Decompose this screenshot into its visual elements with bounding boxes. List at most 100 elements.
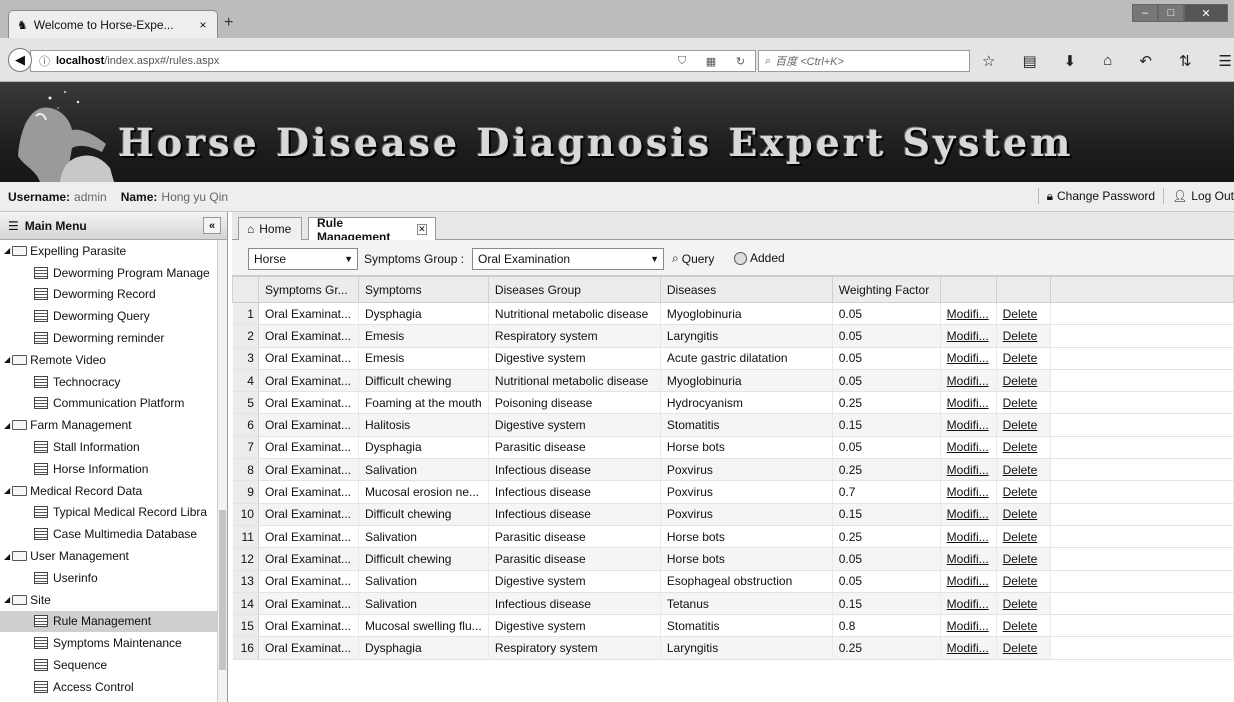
menu-item[interactable]: Stall Information xyxy=(0,436,218,458)
modify-link[interactable]: Modifi... xyxy=(947,597,989,611)
extension-icon[interactable]: ⇅ xyxy=(1179,52,1192,70)
delete-link[interactable]: Delete xyxy=(1003,329,1038,343)
menu-item[interactable]: Userinfo xyxy=(0,567,218,589)
menu-item[interactable]: Rule Management xyxy=(0,610,218,633)
menu-item[interactable]: Deworming Record xyxy=(0,284,218,306)
menu-group[interactable]: ◢ Expelling Parasite xyxy=(0,240,218,262)
menu-item[interactable]: Deworming Program Manage xyxy=(0,262,218,284)
star-icon[interactable]: ☆ xyxy=(982,52,995,70)
modify-link[interactable]: Modifi... xyxy=(947,329,989,343)
table-row[interactable]: 15 Oral Examinat... Mucosal swelling flu..… xyxy=(232,614,1234,638)
modify-link[interactable]: Modifi... xyxy=(947,307,989,321)
menu-item[interactable]: Deworming Query xyxy=(0,305,218,327)
menu-item[interactable]: Typical Medical Record Libra xyxy=(0,502,218,524)
modify-link[interactable]: Modifi... xyxy=(947,374,989,388)
menu-group[interactable]: ◢ Farm Management xyxy=(0,414,218,436)
search-bar[interactable]: ⌕ 百度 <Ctrl+K> xyxy=(758,50,970,72)
column-header[interactable]: Diseases Group xyxy=(487,276,661,303)
modify-link[interactable]: Modifi... xyxy=(947,485,989,499)
modify-link[interactable]: Modifi... xyxy=(947,463,989,477)
menu-item[interactable]: Deworming reminder xyxy=(0,327,218,349)
table-row[interactable]: 6 Oral Examinat... Halitosis Digestive syst… xyxy=(232,413,1234,437)
change-password-button[interactable]: 🔒︎ Change Password xyxy=(1047,189,1155,204)
tab-rule-management[interactable]: Rule Management ✕ xyxy=(308,216,436,244)
sidebar-scrollbar[interactable] xyxy=(217,240,227,702)
menu-item[interactable]: Communication Platform xyxy=(0,393,218,415)
menu-item[interactable]: Horse Information xyxy=(0,458,218,480)
delete-link[interactable]: Delete xyxy=(1003,418,1038,432)
modify-link[interactable]: Modifi... xyxy=(947,530,989,544)
table-row[interactable]: 1 Oral Examinat... Dysphagia Nutritional me… xyxy=(232,302,1234,326)
modify-link[interactable]: Modifi... xyxy=(947,574,989,588)
table-row[interactable]: 10 Oral Examinat... Difficult chewing Infec… xyxy=(232,503,1234,526)
reload-icon[interactable]: ↻ xyxy=(736,55,745,68)
browser-tab[interactable]: ♞ Welcome to Horse-Expe... × xyxy=(8,10,218,38)
minimize-button[interactable]: – xyxy=(1132,4,1158,22)
menu-group[interactable]: ◢ Site xyxy=(0,589,218,611)
table-row[interactable]: 14 Oral Examinat... Salivation Infectious d… xyxy=(232,592,1234,616)
close-tab-icon[interactable]: ✕ xyxy=(416,224,427,235)
table-row[interactable]: 7 Oral Examinat... Dysphagia Parasitic dise… xyxy=(232,436,1234,460)
download-icon[interactable]: ⬇ xyxy=(1064,52,1077,70)
column-header[interactable]: Weighting Factor xyxy=(831,276,941,303)
menu-item[interactable]: Symptoms Maintenance xyxy=(0,632,218,654)
table-row[interactable]: 5 Oral Examinat... Foaming at the mouth Poi… xyxy=(232,391,1234,415)
menu-item[interactable]: Technocracy xyxy=(0,371,218,393)
delete-link[interactable]: Delete xyxy=(1003,351,1038,365)
table-row[interactable]: 13 Oral Examinat... Salivation Digestive sy… xyxy=(232,570,1234,593)
table-row[interactable]: 12 Oral Examinat... Difficult chewing Paras… xyxy=(232,547,1234,571)
query-button[interactable]: ⌕ Query xyxy=(672,251,714,266)
column-header[interactable] xyxy=(995,276,1051,303)
delete-link[interactable]: Delete xyxy=(1003,552,1038,566)
menu-item[interactable]: Case Multimedia Database xyxy=(0,523,218,545)
url-bar[interactable]: ⓘ localhost/index.aspx#/rules.aspx xyxy=(30,50,670,72)
delete-link[interactable]: Delete xyxy=(1003,485,1038,499)
column-header[interactable] xyxy=(939,276,997,303)
delete-link[interactable]: Delete xyxy=(1003,507,1038,521)
modify-link[interactable]: Modifi... xyxy=(947,396,989,410)
delete-link[interactable]: Delete xyxy=(1003,396,1038,410)
delete-link[interactable]: Delete xyxy=(1003,619,1038,633)
delete-link[interactable]: Delete xyxy=(1003,374,1038,388)
maximize-button[interactable]: □ xyxy=(1158,4,1184,22)
new-tab-button[interactable]: + xyxy=(224,14,233,32)
delete-link[interactable]: Delete xyxy=(1003,530,1038,544)
modify-link[interactable]: Modifi... xyxy=(947,619,989,633)
symptoms-group-select[interactable]: Oral Examination ▼ xyxy=(472,248,664,270)
tab-home[interactable]: ⌂ Home xyxy=(238,217,302,240)
shield-icon[interactable]: ⛉ xyxy=(678,55,686,68)
column-header[interactable]: Diseases xyxy=(659,276,833,303)
scrollbar-thumb[interactable] xyxy=(219,510,226,670)
close-icon[interactable]: × xyxy=(195,18,211,32)
added-button[interactable]: Added xyxy=(734,251,785,265)
delete-link[interactable]: Delete xyxy=(1003,463,1038,477)
delete-link[interactable]: Delete xyxy=(1003,307,1038,321)
modify-link[interactable]: Modifi... xyxy=(947,552,989,566)
modify-link[interactable]: Modifi... xyxy=(947,440,989,454)
collapse-sidebar-button[interactable]: « xyxy=(203,217,221,234)
table-row[interactable]: 3 Oral Examinat... Emesis Digestive system A… xyxy=(232,347,1234,370)
table-row[interactable]: 8 Oral Examinat... Salivation Infectious di… xyxy=(232,458,1234,482)
back-button[interactable]: ◀ xyxy=(8,48,32,72)
animal-select[interactable]: Horse ▼ xyxy=(248,248,358,270)
column-header[interactable]: Symptoms xyxy=(357,276,489,303)
menu-group[interactable]: ◢ Remote Video xyxy=(0,349,218,371)
modify-link[interactable]: Modifi... xyxy=(947,507,989,521)
menu-group[interactable]: ◢ Medical Record Data xyxy=(0,480,218,502)
undo-icon[interactable]: ↶ xyxy=(1139,52,1152,70)
menu-item[interactable]: Sequence xyxy=(0,654,218,676)
table-row[interactable]: 16 Oral Examinat... Dysphagia Respiratory s… xyxy=(232,636,1234,660)
close-window-button[interactable]: ✕ xyxy=(1184,4,1228,22)
menu-item[interactable]: Access Control xyxy=(0,676,218,698)
column-header[interactable]: Symptoms Gr... xyxy=(257,276,359,303)
delete-link[interactable]: Delete xyxy=(1003,597,1038,611)
table-row[interactable]: 2 Oral Examinat... Emesis Respiratory syste… xyxy=(232,324,1234,348)
delete-link[interactable]: Delete xyxy=(1003,574,1038,588)
reading-list-icon[interactable]: ▤ xyxy=(1022,52,1036,70)
qr-icon[interactable]: ▦ xyxy=(706,55,716,68)
table-row[interactable]: 11 Oral Examinat... Salivation Parasitic di… xyxy=(232,525,1234,549)
table-row[interactable]: 4 Oral Examinat... Difficult chewing Nutrit… xyxy=(232,369,1234,393)
modify-link[interactable]: Modifi... xyxy=(947,351,989,365)
menu-icon[interactable]: ☰ xyxy=(1219,52,1232,70)
delete-link[interactable]: Delete xyxy=(1003,440,1038,454)
